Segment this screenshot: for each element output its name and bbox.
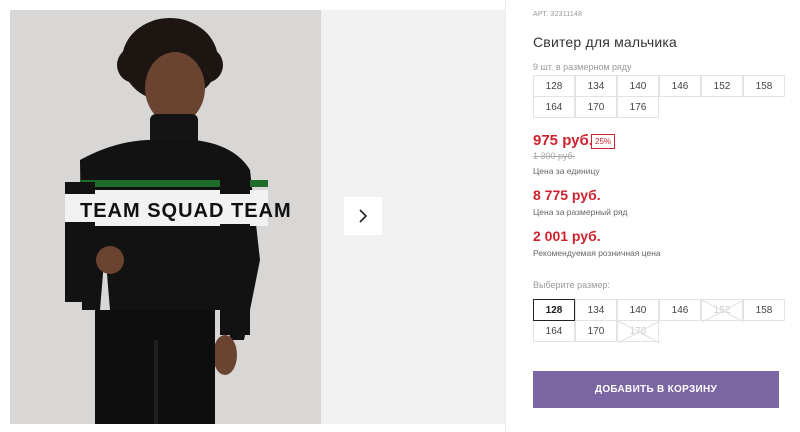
- discount-badge: 25%: [591, 134, 616, 149]
- next-image-button[interactable]: [344, 197, 382, 235]
- size-option-label: 158: [755, 304, 773, 316]
- size-row-cell: 134: [575, 75, 617, 97]
- choose-size-label: Выберите размер:: [533, 280, 610, 290]
- size-option-152: 152: [701, 299, 744, 322]
- sweater-print-text: TEAM SQUAD TEAM: [80, 200, 292, 222]
- size-option-label: 164: [545, 325, 563, 337]
- product-gallery: TEAM SQUAD TEAM: [0, 0, 505, 432]
- chevron-right-icon: [359, 209, 368, 223]
- size-option-label: 134: [587, 304, 605, 316]
- product-title: Свитер для мальчика: [533, 34, 677, 50]
- size-option-label: 146: [671, 304, 689, 316]
- add-to-cart-button[interactable]: ДОБАВИТЬ В КОРЗИНУ: [533, 371, 779, 408]
- size-row-cell: 128: [533, 75, 575, 97]
- product-photo-illustration: TEAM SQUAD TEAM: [10, 10, 321, 424]
- size-option-128[interactable]: 128: [533, 299, 575, 321]
- unit-price: 975 руб.: [533, 132, 593, 149]
- size-row-cell: 158: [743, 75, 785, 97]
- product-photo[interactable]: TEAM SQUAD TEAM: [10, 10, 321, 424]
- row-price-note: Цена за размерный ряд: [533, 207, 628, 217]
- old-price: 1 300 руб.: [533, 151, 576, 161]
- unavailable-cross-icon: [702, 300, 744, 322]
- size-option-134[interactable]: 134: [575, 299, 617, 321]
- size-row-cell: 140: [617, 75, 659, 97]
- size-row-grid: 128 134 140 146 152 158 164 170 176: [533, 75, 785, 118]
- size-option-label: 140: [629, 304, 647, 316]
- column-divider: [505, 0, 506, 432]
- size-picker: 128 134 140 146 152 158 164 170 176: [533, 299, 785, 343]
- size-row-cell: 146: [659, 75, 701, 97]
- row-price: 8 775 руб.: [533, 187, 601, 203]
- unavailable-cross-icon: [618, 321, 660, 343]
- size-option-158[interactable]: 158: [743, 299, 785, 321]
- size-option-176: 176: [617, 320, 660, 343]
- size-row-cell: 152: [701, 75, 743, 97]
- size-option-140[interactable]: 140: [617, 299, 659, 321]
- size-row-cell: 164: [533, 96, 575, 118]
- retail-price-note: Рекомендуемая розничная цена: [533, 248, 661, 258]
- unit-price-note: Цена за единицу: [533, 166, 600, 176]
- size-row-cell: 170: [575, 96, 617, 118]
- size-row-cell: 176: [617, 96, 659, 118]
- size-option-label: 128: [545, 304, 563, 316]
- size-option-170[interactable]: 170: [575, 320, 617, 342]
- size-option-164[interactable]: 164: [533, 320, 575, 342]
- retail-price: 2 001 руб.: [533, 228, 601, 244]
- article-number: АРТ. 32311148: [533, 11, 583, 18]
- size-row-label: 9 шт. в размерном ряду: [533, 62, 632, 72]
- size-option-label: 170: [587, 325, 605, 337]
- size-option-146[interactable]: 146: [659, 299, 701, 321]
